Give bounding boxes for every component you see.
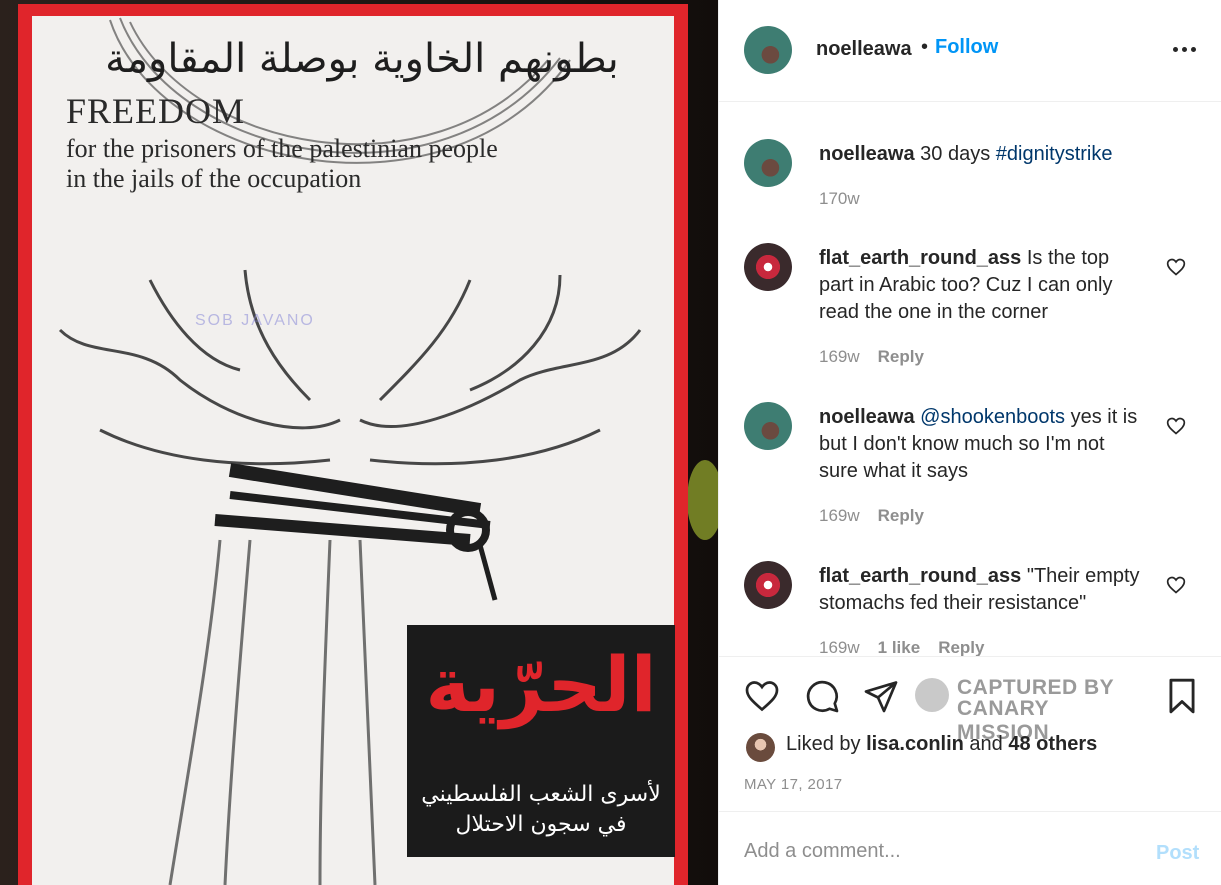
caption-body: noelleawa 30 days #dignitystrike <box>819 141 1149 168</box>
reply-button[interactable]: Reply <box>938 638 984 656</box>
comment-time[interactable]: 169w <box>819 506 860 525</box>
reply-button[interactable]: Reply <box>878 506 924 525</box>
comment-like-heart-icon[interactable] <box>1166 575 1186 595</box>
comment-likes[interactable]: 1 like <box>878 638 921 656</box>
comment-icon[interactable] <box>803 678 841 714</box>
liker-avatar[interactable] <box>746 733 775 762</box>
caption-meta: 170w <box>819 189 860 209</box>
post-date[interactable]: MAY 17, 2017 <box>744 776 842 793</box>
comment-username[interactable]: flat_earth_round_ass <box>819 565 1021 587</box>
poster-arabic-headline: بطونهم الخاوية بوصلة المقاومة <box>105 36 619 82</box>
liker-username[interactable]: lisa.conlin <box>866 733 964 755</box>
poster-english-line2: in the jails of the occupation <box>66 164 362 193</box>
follow-button[interactable]: Follow <box>935 36 998 59</box>
liked-by-text: Liked by lisa.conlin and 48 others <box>786 733 1097 756</box>
like-heart-icon[interactable] <box>743 678 781 714</box>
comment-body: noelleawa @shookenboots yes it is but I … <box>819 404 1149 485</box>
comment-body: flat_earth_round_ass "Their empty stomac… <box>819 563 1149 617</box>
comment-avatar[interactable] <box>744 243 792 291</box>
poster-arabic-caption-line2: في سجون الاحتلال <box>455 812 627 837</box>
save-bookmark-icon[interactable] <box>1163 676 1201 716</box>
poster-reflection-text: SOB JAVANO <box>195 312 315 329</box>
post-comment-button[interactable]: Post <box>1156 842 1199 865</box>
comment-meta: 169w Reply <box>819 506 924 526</box>
liked-by-prefix: Liked by <box>786 733 867 755</box>
comment-avatar[interactable] <box>744 561 792 609</box>
comment-like-heart-icon[interactable] <box>1166 416 1186 436</box>
comment-body: flat_earth_round_ass Is the top part in … <box>819 245 1149 326</box>
caption-time[interactable]: 170w <box>819 189 860 208</box>
post-header: noelleawa • Follow <box>719 0 1221 102</box>
add-comment-bar: Add a comment... Post <box>719 811 1221 885</box>
comment-username[interactable]: flat_earth_round_ass <box>819 247 1021 269</box>
comments-list[interactable]: noelleawa 30 days #dignitystrike 170w fl… <box>719 103 1221 656</box>
caption-hashtag[interactable]: #dignitystrike <box>996 143 1113 165</box>
comment-mention[interactable]: @shookenboots <box>920 406 1065 428</box>
separator-dot: • <box>921 36 929 58</box>
poster-photo <box>0 0 718 885</box>
poster-english-title: FREEDOM <box>66 91 246 131</box>
canary-badge-icon <box>915 678 949 712</box>
caption-text: 30 days <box>914 143 996 165</box>
comment-meta: 169w Reply <box>819 347 924 367</box>
post-sidebar: noelleawa • Follow noelleawa 30 days #di… <box>718 0 1221 885</box>
poster-english-line1: for the prisoners of the palestinian peo… <box>66 134 498 163</box>
author-avatar[interactable] <box>744 26 792 74</box>
likes-count[interactable]: 48 others <box>1008 733 1097 755</box>
poster-arabic-freedom: الحرّية <box>425 640 657 729</box>
liked-by-and: and <box>963 733 1009 755</box>
comment-username[interactable]: noelleawa <box>819 406 915 428</box>
caption-avatar[interactable] <box>744 139 792 187</box>
poster-arabic-caption-line1: لأسرى الشعب الفلسطيني <box>421 782 661 807</box>
comment-like-heart-icon[interactable] <box>1166 257 1186 277</box>
comment-meta: 169w 1 like Reply <box>819 638 984 656</box>
reply-button[interactable]: Reply <box>878 347 924 366</box>
more-options-icon[interactable] <box>1171 38 1199 58</box>
author-username[interactable]: noelleawa <box>816 38 912 61</box>
caption-username[interactable]: noelleawa <box>819 143 915 165</box>
comment-time[interactable]: 169w <box>819 347 860 366</box>
post-image[interactable]: بطونهم الخاوية بوصلة المقاومة FREEDOM fo… <box>0 0 718 885</box>
share-paper-plane-icon[interactable] <box>862 678 900 714</box>
post-actions: CAPTURED BY CANARY MISSION Liked by lisa… <box>719 656 1221 811</box>
comment-time[interactable]: 169w <box>819 638 860 656</box>
add-comment-input[interactable]: Add a comment... <box>744 840 1124 863</box>
comment-avatar[interactable] <box>744 402 792 450</box>
canary-watermark: CAPTURED BY CANARY MISSION <box>915 674 1145 744</box>
